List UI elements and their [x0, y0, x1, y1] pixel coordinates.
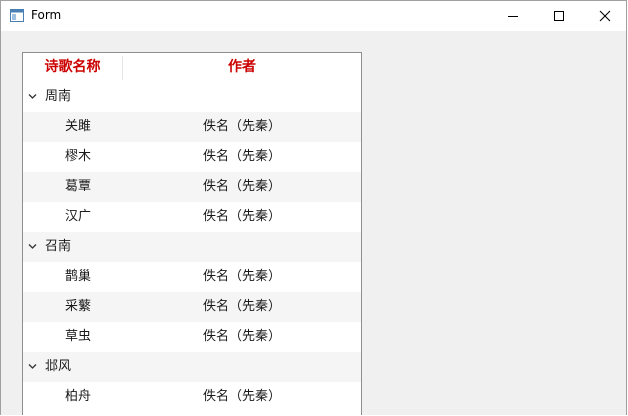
chevron-down-icon[interactable]	[28, 363, 37, 370]
group-name: 周南	[45, 89, 72, 104]
poem-author: 佚名（先秦）	[203, 209, 282, 224]
column-header-poem-name[interactable]: 诗歌名称	[23, 53, 122, 82]
chevron-down-icon[interactable]	[28, 243, 37, 250]
maximize-icon	[554, 11, 564, 21]
tree-item-row[interactable]: 鹊巢 佚名（先秦）	[23, 262, 361, 292]
poem-author: 佚名（先秦）	[203, 149, 282, 164]
poem-author: 佚名（先秦）	[203, 179, 282, 194]
poem-author: 佚名（先秦）	[203, 389, 282, 404]
poem-author: 佚名（先秦）	[203, 269, 282, 284]
poem-author: 佚名（先秦）	[203, 119, 282, 134]
minimize-button[interactable]	[490, 1, 536, 31]
window-title: Form	[31, 8, 62, 22]
tree-group-row[interactable]: 召南	[23, 232, 361, 262]
tree-item-row[interactable]: 汉广 佚名（先秦）	[23, 202, 361, 232]
poem-name: 樛木	[65, 149, 92, 164]
maximize-button[interactable]	[536, 1, 582, 31]
title-bar[interactable]: Form	[1, 1, 626, 31]
tree-header: 诗歌名称 作者	[23, 53, 361, 82]
poem-name: 葛覃	[65, 179, 92, 194]
minimize-icon	[508, 16, 518, 17]
tree-item-row[interactable]: 采蘩 佚名（先秦）	[23, 292, 361, 322]
tree-item-row[interactable]: 柏舟 佚名（先秦）	[23, 382, 361, 412]
app-window-icon	[10, 9, 24, 22]
chevron-down-icon[interactable]	[28, 93, 37, 100]
poem-author: 佚名（先秦）	[203, 299, 282, 314]
group-name: 邶风	[45, 359, 72, 374]
poem-name: 柏舟	[65, 389, 92, 404]
close-button[interactable]	[582, 1, 626, 31]
tree-item-row[interactable]: 关雎 佚名（先秦）	[23, 112, 361, 142]
poem-author: 佚名（先秦）	[203, 329, 282, 344]
poem-name: 鹊巢	[65, 269, 92, 284]
tree-item-row[interactable]: 草虫 佚名（先秦）	[23, 322, 361, 352]
form-window: Form 诗歌名称 作者 周南 关雎 佚名（先秦） 樛木 佚名（先秦） 葛覃 佚名（先秦）汉…	[0, 0, 627, 415]
tree-rows: 周南 关雎 佚名（先秦） 樛木 佚名（先秦） 葛覃 佚名（先秦） 汉广 佚名（先秦） 召南 鹊巢 佚名…	[23, 82, 361, 412]
group-name: 召南	[45, 239, 72, 254]
poem-name: 采蘩	[65, 299, 92, 314]
poem-tree-view[interactable]: 诗歌名称 作者 周南 关雎 佚名（先秦） 樛木 佚名（先秦） 葛覃 佚名（先秦） 汉广 佚名（先…	[22, 52, 362, 415]
column-header-author[interactable]: 作者	[123, 53, 361, 82]
poem-name: 草虫	[65, 329, 92, 344]
poem-name: 汉广	[65, 209, 92, 224]
tree-item-row[interactable]: 葛覃 佚名（先秦）	[23, 172, 361, 202]
tree-group-row[interactable]: 周南	[23, 82, 361, 112]
close-icon	[599, 10, 611, 22]
tree-group-row[interactable]: 邶风	[23, 352, 361, 382]
tree-item-row[interactable]: 樛木 佚名（先秦）	[23, 142, 361, 172]
poem-name: 关雎	[65, 119, 92, 134]
